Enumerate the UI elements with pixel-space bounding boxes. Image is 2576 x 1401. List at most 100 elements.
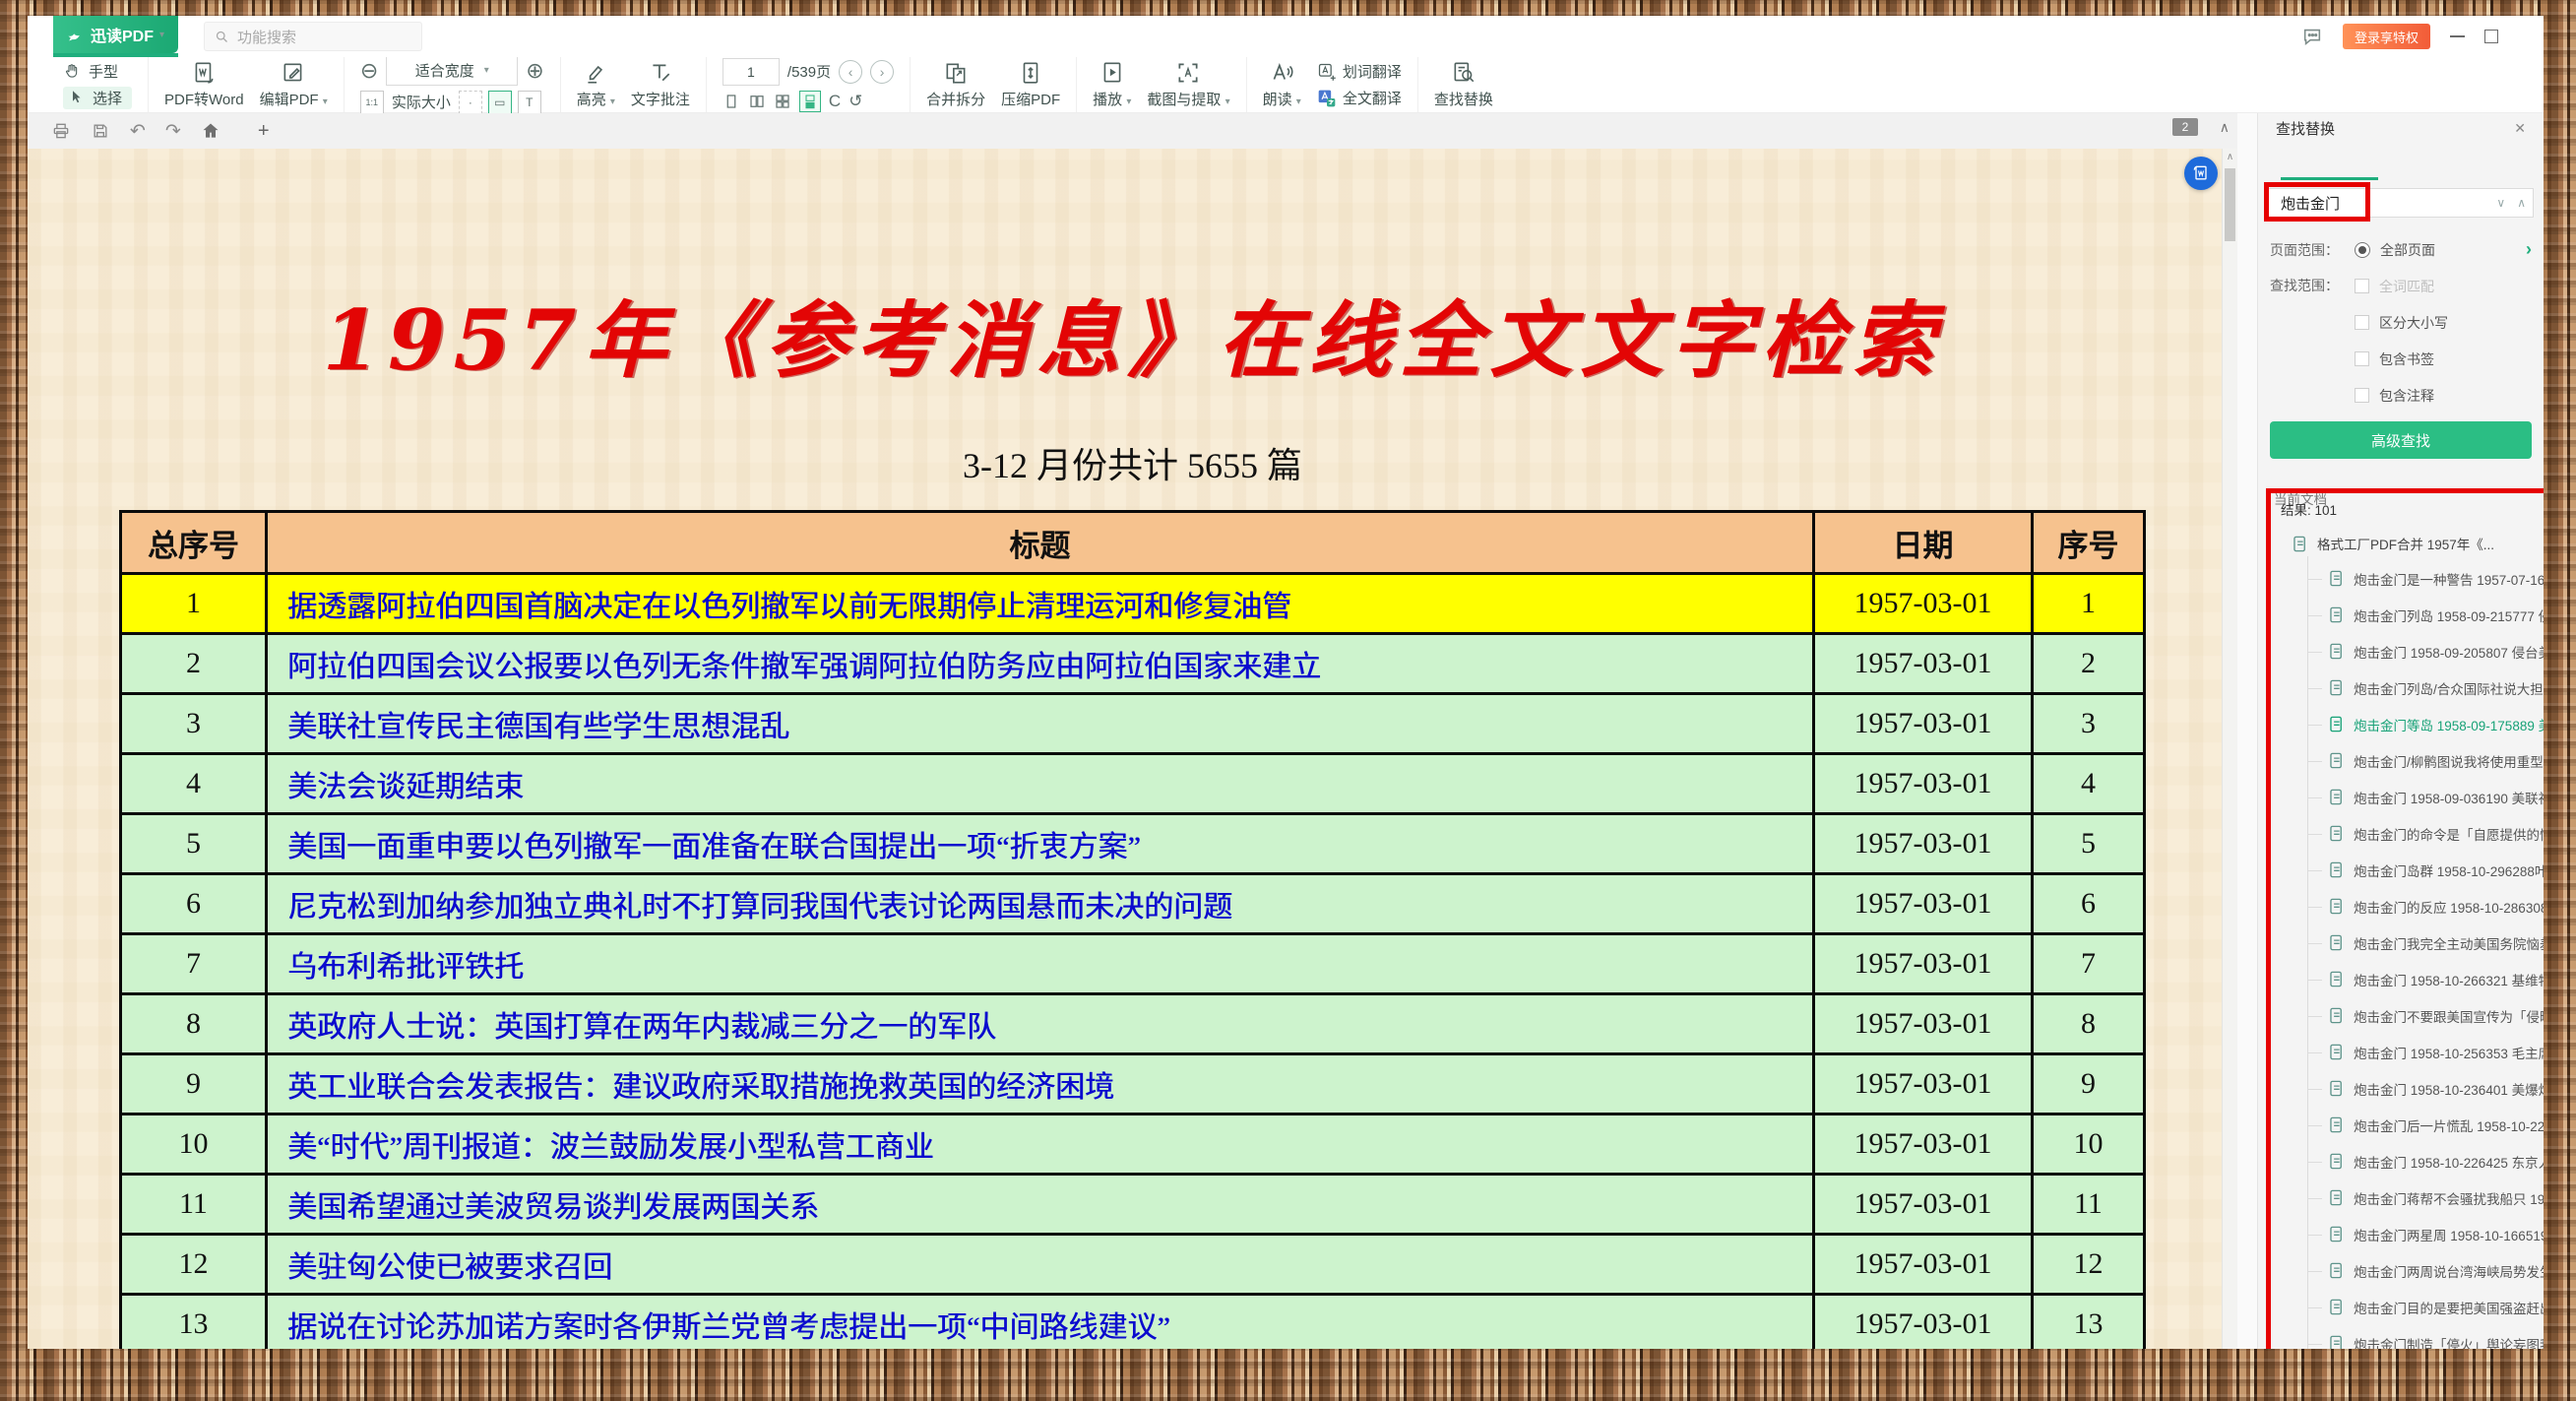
search-option[interactable]: 包含注释 bbox=[2355, 377, 2532, 414]
floating-pdf-to-word-button[interactable] bbox=[2184, 157, 2218, 190]
table-row[interactable]: 3 美联社宣传民主德国有些学生思想混乱 1957-03-01 3 bbox=[121, 694, 2145, 754]
pdf-to-word-button[interactable]: PDF转Word bbox=[164, 60, 244, 109]
cell-article-title[interactable]: 英工业联合会发表报告：建议政府采取措施挽救英国的经济困境 bbox=[267, 1054, 1814, 1114]
minimize-button[interactable] bbox=[2450, 35, 2465, 37]
table-row[interactable]: 13 据说在讨论苏加诺方案时各伊斯兰党曾考虑提出一项“中间路线建议” 1957-… bbox=[121, 1295, 2145, 1350]
cell-article-title[interactable]: 尼克松到加纳参加独立典礼时不打算同我国代表讨论两国悬而未决的问题 bbox=[267, 874, 1814, 934]
table-row[interactable]: 4 美法会谈延期结束 1957-03-01 4 bbox=[121, 754, 2145, 814]
search-result-item[interactable]: 炮击金门的反应 1958-10-286308 杜 bbox=[2271, 888, 2544, 924]
actual-size-icon[interactable]: 1:1 bbox=[360, 91, 384, 114]
panel-tab[interactable] bbox=[2401, 143, 2544, 180]
results-root-item[interactable]: 格式工厂PDF合并 1957年《... bbox=[2271, 527, 2544, 560]
cell-article-title[interactable]: 美“时代”周刊报道：波兰鼓励发展小型私营工商业 bbox=[267, 1114, 1814, 1175]
notification-badge[interactable]: 2 bbox=[2172, 118, 2198, 136]
pdf-viewer[interactable]: 1957年《参考消息》在线全文文字检索 3-12 月份共计 5655 篇 总序号… bbox=[28, 149, 2237, 1349]
checkbox-icon[interactable] bbox=[2355, 315, 2369, 330]
continuous-page-icon[interactable] bbox=[799, 91, 821, 112]
search-result-item[interactable]: 炮击金门 1958-10-256353 毛主席同 bbox=[2271, 1034, 2544, 1070]
rotate-left-icon[interactable]: ↺ bbox=[848, 92, 862, 111]
save-icon[interactable] bbox=[91, 121, 110, 141]
text-note-button[interactable]: 文字批注 bbox=[631, 60, 690, 109]
table-row[interactable]: 1 据透露阿拉伯四国首脑决定在以色列撤军以前无限期停止清理运河和修复油管 195… bbox=[121, 574, 2145, 634]
cell-article-title[interactable]: 美国希望通过美波贸易谈判发展两国关系 bbox=[267, 1175, 1814, 1235]
find-replace-button[interactable]: 查找替换 bbox=[1434, 60, 1493, 109]
search-result-item[interactable]: 炮击金门制造「停火」舆论妄图我将 bbox=[2271, 1325, 2544, 1349]
scrollbar-thumb[interactable] bbox=[2225, 168, 2235, 241]
viewer-scrollbar[interactable]: ∧ bbox=[2222, 149, 2237, 1349]
hand-span-icon[interactable]: ▭ bbox=[488, 91, 512, 114]
search-result-item[interactable]: 炮击金门 1958-09-205807 侵台美军 bbox=[2271, 633, 2544, 669]
cell-article-title[interactable]: 乌布利希批评铁托 bbox=[267, 934, 1814, 994]
search-result-item[interactable]: 炮击金门列岛/合众国际社说大担二担 bbox=[2271, 669, 2544, 706]
table-row[interactable]: 10 美“时代”周刊报道：波兰鼓励发展小型私营工商业 1957-03-01 10 bbox=[121, 1114, 2145, 1175]
search-result-item[interactable]: 炮击金门是一种警告 1957-07-16 23 bbox=[2271, 560, 2544, 597]
cell-article-title[interactable]: 美联社宣传民主德国有些学生思想混乱 bbox=[267, 694, 1814, 754]
zoom-mode-select[interactable]: 适合宽度 ▾ bbox=[386, 56, 518, 86]
search-result-item[interactable]: 炮击金门/柳鹘图说我将使用重型的大 bbox=[2271, 742, 2544, 779]
table-row[interactable]: 5 美国一面重申要以色列撤军一面准备在联合国提出一项“折衷方案” 1957-03… bbox=[121, 814, 2145, 874]
cell-article-title[interactable]: 据透露阿拉伯四国首脑决定在以色列撤军以前无限期停止清理运河和修复油管 bbox=[267, 574, 1814, 634]
compress-pdf-button[interactable]: 压缩PDF bbox=[1001, 60, 1060, 109]
four-page-icon[interactable] bbox=[774, 93, 791, 110]
new-tab-button[interactable]: + bbox=[258, 120, 270, 143]
cell-article-title[interactable]: 美法会谈延期结束 bbox=[267, 754, 1814, 814]
text-select-icon[interactable]: T bbox=[518, 91, 541, 114]
full-translate-button[interactable]: 全文翻译 bbox=[1317, 88, 1402, 108]
search-result-item[interactable]: 炮击金门 1958-10-236401 美爆炸 bbox=[2271, 1070, 2544, 1107]
radio-selected-icon[interactable] bbox=[2355, 242, 2370, 258]
advanced-search-button[interactable]: 高级查找 bbox=[2270, 421, 2532, 459]
search-result-item[interactable]: 炮击金门等岛 1958-09-175889 美 bbox=[2271, 706, 2544, 742]
find-next-icon[interactable]: ∧ bbox=[2517, 196, 2526, 210]
expand-range-icon[interactable]: › bbox=[2526, 239, 2532, 260]
zoom-in-icon[interactable]: ⊕ bbox=[526, 60, 543, 82]
select-tool[interactable]: 选择 bbox=[63, 87, 132, 109]
checkbox-icon[interactable] bbox=[2355, 351, 2369, 366]
table-row[interactable]: 9 英工业联合会发表报告：建议政府采取措施挽救英国的经济困境 1957-03-0… bbox=[121, 1054, 2145, 1114]
search-result-item[interactable]: 炮击金门后一片慌乱 1958-10-2264 bbox=[2271, 1107, 2544, 1143]
search-query-input[interactable]: 炮击金门 bbox=[2268, 188, 2534, 218]
search-result-item[interactable]: 炮击金门不要跟美国宣传为「侵略」 bbox=[2271, 997, 2544, 1034]
app-logo[interactable]: 迅读PDF ▾ bbox=[53, 16, 178, 53]
checkbox-icon[interactable] bbox=[2355, 279, 2369, 293]
marquee-zoom-icon[interactable]: · bbox=[459, 91, 482, 114]
cell-article-title[interactable]: 美驻匈公使已被要求召回 bbox=[267, 1235, 1814, 1295]
feedback-chat-icon[interactable] bbox=[2301, 26, 2323, 47]
page-number-input[interactable]: 1 bbox=[723, 58, 780, 86]
home-icon[interactable] bbox=[201, 121, 220, 141]
search-option[interactable]: 区分大小写 bbox=[2355, 304, 2532, 341]
hand-tool[interactable]: 手型 bbox=[63, 61, 132, 82]
search-result-item[interactable]: 炮击金门我完全主动美国务院恼羞成 bbox=[2271, 924, 2544, 961]
login-button[interactable]: 登录享特权 bbox=[2343, 24, 2430, 49]
undo-icon[interactable]: ↶ bbox=[130, 120, 146, 143]
search-result-item[interactable]: 炮击金门两周说台湾海峡局势发生了 bbox=[2271, 1252, 2544, 1289]
search-result-item[interactable]: 炮击金门 1958-09-036190 美联社报 bbox=[2271, 779, 2544, 815]
edit-pdf-button[interactable]: 编辑PDF ▾ bbox=[260, 60, 328, 109]
search-result-item[interactable]: 炮击金门蒋帮不会骚扰我船只 1958- bbox=[2271, 1179, 2544, 1216]
highlight-button[interactable]: 高亮 ▾ bbox=[577, 60, 615, 109]
single-page-icon[interactable] bbox=[723, 93, 740, 110]
table-row[interactable]: 8 英政府人士说：英国打算在两年内裁减三分之一的军队 1957-03-01 8 bbox=[121, 994, 2145, 1054]
table-row[interactable]: 2 阿拉伯四国会议公报要以色列无条件撤军强调阿拉伯防务应由阿拉伯国家来建立 19… bbox=[121, 634, 2145, 694]
print-icon[interactable] bbox=[51, 121, 71, 141]
cell-article-title[interactable]: 美国一面重申要以色列撤军一面准备在联合国提出一项“折衷方案” bbox=[267, 814, 1814, 874]
prev-page-icon[interactable]: ‹ bbox=[839, 60, 862, 84]
capture-extract-button[interactable]: 截图与提取 ▾ bbox=[1147, 60, 1229, 109]
two-page-icon[interactable] bbox=[748, 93, 766, 110]
function-search-box[interactable]: 功能搜索 bbox=[204, 22, 422, 51]
play-button[interactable]: 播放 ▾ bbox=[1093, 60, 1131, 109]
collapse-toolbar-icon[interactable]: ∧ bbox=[2220, 119, 2230, 136]
find-previous-icon[interactable]: ∨ bbox=[2496, 196, 2505, 210]
rotate-right-icon[interactable]: C bbox=[829, 92, 841, 111]
panel-tab[interactable] bbox=[2258, 143, 2401, 180]
cell-article-title[interactable]: 英政府人士说：英国打算在两年内裁减三分之一的军队 bbox=[267, 994, 1814, 1054]
cell-article-title[interactable]: 阿拉伯四国会议公报要以色列无条件撤军强调阿拉伯防务应由阿拉伯国家来建立 bbox=[267, 634, 1814, 694]
table-row[interactable]: 12 美驻匈公使已被要求召回 1957-03-01 12 bbox=[121, 1235, 2145, 1295]
next-page-icon[interactable]: › bbox=[870, 60, 894, 84]
table-row[interactable]: 6 尼克松到加纳参加独立典礼时不打算同我国代表讨论两国悬而未决的问题 1957-… bbox=[121, 874, 2145, 934]
search-result-item[interactable]: 炮击金门 1958-10-226425 东京人士 bbox=[2271, 1143, 2544, 1179]
search-option[interactable]: 包含书签 bbox=[2355, 341, 2532, 377]
panel-close-icon[interactable]: ✕ bbox=[2514, 120, 2526, 137]
checkbox-icon[interactable] bbox=[2355, 388, 2369, 403]
search-result-item[interactable]: 炮击金门目的是要把美国强盗赶出台 bbox=[2271, 1289, 2544, 1325]
redo-icon[interactable]: ↷ bbox=[165, 120, 181, 143]
